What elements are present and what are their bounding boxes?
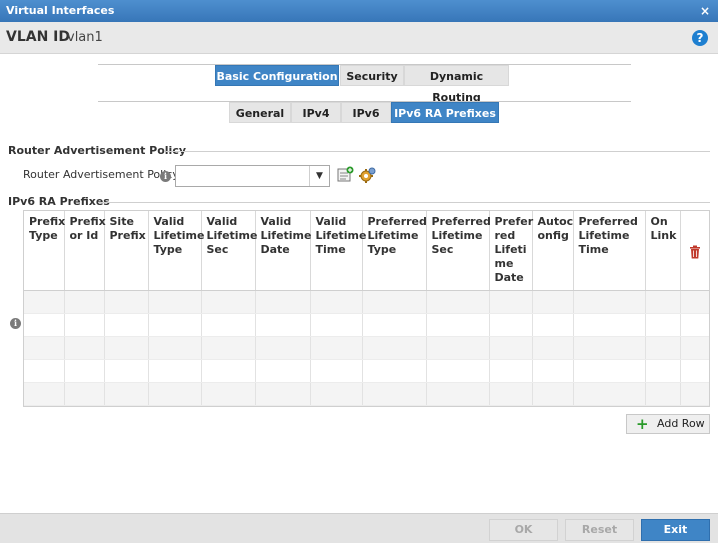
add-row-label: Add Row (657, 417, 705, 430)
tab-ipv4[interactable]: IPv4 (291, 102, 341, 123)
table-row (24, 336, 709, 360)
ipv6-ra-prefixes-heading: IPv6 RA Prefixes (8, 195, 110, 208)
column-header-on-link[interactable]: On Link (645, 211, 681, 291)
window-titlebar: Virtual Interfaces × (0, 0, 718, 22)
dialog-footer: OK Reset Exit (0, 513, 718, 543)
column-header-valid-lifetime-time[interactable]: Valid Lifetime Time (310, 211, 366, 291)
info-icon: i (160, 171, 171, 182)
vlan-id-value: vlan1 (67, 30, 103, 45)
tab-dynamic-routing[interactable]: Dynamic Routing (404, 65, 509, 104)
vlan-id-label: VLAN ID (6, 29, 71, 45)
column-header-site-prefix[interactable]: Site Prefix (104, 211, 149, 291)
help-icon[interactable]: ? (692, 30, 708, 46)
tab-general[interactable]: General (229, 102, 291, 123)
create-policy-icon[interactable] (336, 166, 354, 184)
column-header-delete (680, 211, 709, 291)
section-divider (166, 151, 710, 152)
tab-ipv6[interactable]: IPv6 (341, 102, 391, 123)
column-header-prefix-or-id[interactable]: Prefix or Id (64, 211, 106, 291)
router-advertisement-policy-heading: Router Advertisement Policy (8, 144, 187, 157)
table-row (24, 290, 709, 314)
tab-ipv6-ra-prefixes[interactable]: IPv6 RA Prefixes (391, 102, 499, 123)
router-advertisement-policy-label: Router Advertisement Policy (23, 168, 179, 181)
column-header-preferred-lifetime-type[interactable]: Preferred Lifetime Type (362, 211, 427, 291)
ok-button[interactable]: OK (489, 519, 558, 541)
column-header-autoconfig[interactable]: Autoc onfig (532, 211, 574, 291)
add-row-button[interactable]: + Add Row (626, 414, 710, 434)
info-icon: i (10, 318, 21, 329)
plus-icon: + (636, 415, 649, 433)
trash-icon[interactable] (689, 245, 701, 259)
edit-policy-icon[interactable] (358, 166, 376, 184)
window-title: Virtual Interfaces (6, 4, 115, 17)
reset-button[interactable]: Reset (565, 519, 634, 541)
column-header-valid-lifetime-sec[interactable]: Valid Lifetime Sec (201, 211, 257, 291)
chevron-down-icon: ▼ (309, 166, 329, 186)
exit-button[interactable]: Exit (641, 519, 710, 541)
column-header-valid-lifetime-date[interactable]: Valid Lifetime Date (255, 211, 311, 291)
table-header-row: Prefix Type Prefix or Id Site Prefix Val… (24, 211, 709, 291)
table-row (24, 359, 709, 383)
close-icon[interactable]: × (700, 0, 710, 22)
tab-security[interactable]: Security (340, 65, 404, 86)
column-header-preferred-lifetime-time[interactable]: Preferred Lifetime Time (573, 211, 646, 291)
table-row (24, 313, 709, 337)
tab-basic-configuration[interactable]: Basic Configuration (215, 65, 339, 86)
column-header-valid-lifetime-type[interactable]: Valid Lifetime Type (148, 211, 204, 291)
section-divider (98, 202, 710, 203)
column-header-preferred-lifetime-date[interactable]: Prefer red Lifeti me Date (489, 211, 533, 291)
vlan-header: VLAN ID vlan1 ? (0, 22, 718, 54)
column-header-preferred-lifetime-sec[interactable]: Preferred Lifetime Sec (426, 211, 491, 291)
ipv6-ra-prefixes-table: Prefix Type Prefix or Id Site Prefix Val… (23, 210, 710, 407)
router-advertisement-policy-select[interactable]: ▼ (175, 165, 330, 187)
table-row (24, 382, 709, 406)
column-header-prefix-type[interactable]: Prefix Type (24, 211, 65, 291)
